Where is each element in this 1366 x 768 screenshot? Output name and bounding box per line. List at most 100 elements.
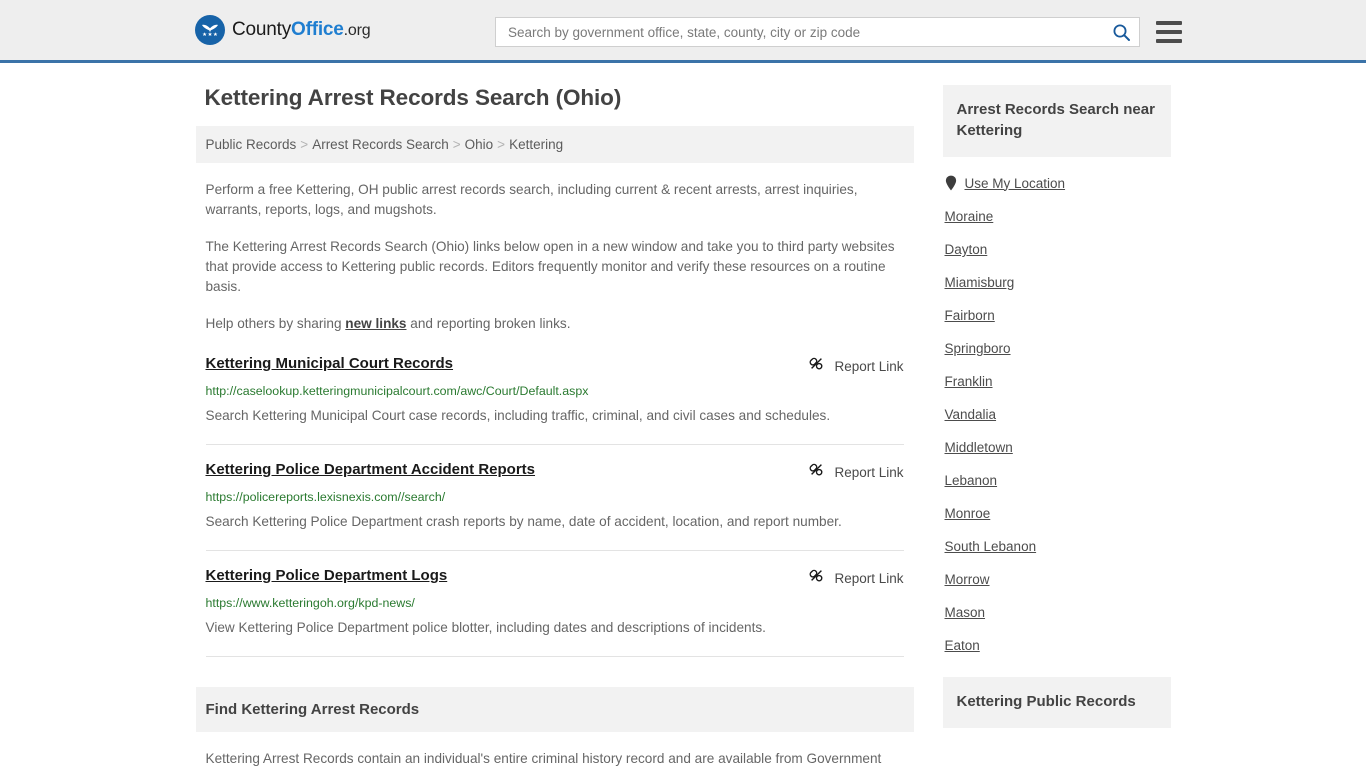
- sidebar: Arrest Records Search near Kettering Use…: [942, 85, 1171, 768]
- main-column: Kettering Arrest Records Search (Ohio) P…: [195, 85, 914, 768]
- sidebar-item-eaton[interactable]: Eaton: [945, 620, 1169, 653]
- site-header: CountyOffice.org: [0, 0, 1366, 63]
- report-link-label: Report Link: [834, 358, 904, 374]
- sidebar-bottom-title: Kettering Public Records: [956, 693, 1136, 710]
- use-my-location-row[interactable]: Use My Location: [945, 157, 1169, 191]
- site-logo[interactable]: CountyOffice.org: [195, 15, 371, 45]
- hamburger-bar: [1156, 21, 1182, 25]
- city-link[interactable]: Miamisburg: [945, 275, 1015, 290]
- breadcrumb-separator: >: [497, 137, 506, 152]
- report-link-label: Report Link: [834, 570, 904, 586]
- sidebar-item-franklin[interactable]: Franklin: [945, 356, 1169, 389]
- breadcrumb-separator: >: [452, 137, 461, 152]
- sidebar-item-mason[interactable]: Mason: [945, 587, 1169, 620]
- result-header: Kettering Police Department Accident Rep…: [206, 461, 904, 483]
- logo-word-org: .org: [343, 22, 371, 39]
- city-link[interactable]: Dayton: [945, 242, 988, 257]
- use-my-location-link[interactable]: Use My Location: [965, 176, 1066, 191]
- new-links-link[interactable]: new links: [345, 316, 406, 331]
- broken-link-icon: [808, 355, 825, 377]
- eagle-logo-icon: [195, 15, 225, 45]
- broken-link-icon: [808, 461, 825, 483]
- hamburger-bar: [1156, 39, 1182, 43]
- result-description: View Kettering Police Department police …: [205, 620, 766, 635]
- result-item: Kettering Police Department Logs Report …: [205, 551, 904, 657]
- city-link[interactable]: Fairborn: [945, 308, 995, 323]
- share-text-before: Help others by sharing: [205, 316, 346, 331]
- city-link[interactable]: Moraine: [945, 209, 994, 224]
- result-title-link[interactable]: Kettering Police Department Logs: [206, 567, 448, 584]
- sidebar-item-south-lebanon[interactable]: South Lebanon: [945, 521, 1169, 554]
- sidebar-item-dayton[interactable]: Dayton: [945, 224, 1169, 257]
- location-pin-icon: [945, 175, 957, 191]
- intro-paragraph-1: Perform a free Kettering, OH public arre…: [205, 182, 858, 217]
- city-link[interactable]: Eaton: [945, 638, 980, 653]
- city-link[interactable]: Lebanon: [945, 473, 998, 488]
- breadcrumb-item-ohio[interactable]: Ohio: [465, 137, 494, 152]
- intro-text: Perform a free Kettering, OH public arre…: [196, 180, 914, 334]
- results-list: Kettering Municipal Court Records Report…: [196, 355, 914, 657]
- search-input[interactable]: [506, 23, 1112, 41]
- sidebar-item-vandalia[interactable]: Vandalia: [945, 389, 1169, 422]
- menu-icon[interactable]: [1156, 21, 1182, 43]
- result-title-link[interactable]: Kettering Municipal Court Records: [206, 355, 454, 372]
- sidebar-item-monroe[interactable]: Monroe: [945, 488, 1169, 521]
- broken-link-icon: [808, 567, 825, 589]
- page-title: Kettering Arrest Records Search (Ohio): [204, 85, 622, 110]
- result-header: Kettering Police Department Logs Report …: [206, 567, 904, 589]
- sidebar-panel-header: Arrest Records Search near Kettering: [942, 85, 1171, 157]
- logo-word-county: County: [232, 19, 292, 40]
- page-body: Kettering Arrest Records Search (Ohio) P…: [0, 63, 1366, 768]
- sidebar-item-middletown[interactable]: Middletown: [945, 422, 1169, 455]
- report-link-button[interactable]: Report Link: [788, 355, 904, 377]
- logo-word-office: Office: [291, 19, 344, 40]
- find-records-paragraph: Kettering Arrest Records contain an indi…: [205, 751, 882, 766]
- city-link[interactable]: Monroe: [945, 506, 991, 521]
- report-link-label: Report Link: [834, 464, 904, 480]
- report-link-button[interactable]: Report Link: [788, 567, 904, 589]
- result-description: Search Kettering Municipal Court case re…: [205, 408, 831, 423]
- city-link[interactable]: Morrow: [945, 572, 990, 587]
- breadcrumb-item-kettering[interactable]: Kettering: [509, 137, 563, 152]
- sidebar-city-list: Use My Location Moraine Dayton Miamisbur…: [943, 157, 1171, 654]
- city-link[interactable]: Springboro: [945, 341, 1011, 356]
- sidebar-item-springboro[interactable]: Springboro: [945, 323, 1169, 356]
- search-area: [495, 17, 1182, 47]
- find-records-section: Find Kettering Arrest Records Kettering …: [195, 687, 914, 768]
- result-header: Kettering Municipal Court Records Report…: [206, 355, 904, 377]
- sidebar-panel-public-records: Kettering Public Records: [942, 677, 1171, 728]
- search-icon[interactable]: [1112, 23, 1131, 42]
- sidebar-item-fairborn[interactable]: Fairborn: [945, 290, 1169, 323]
- result-url[interactable]: https://policereports.lexisnexis.com//se…: [206, 490, 904, 504]
- find-records-body: Kettering Arrest Records contain an indi…: [196, 746, 914, 768]
- breadcrumb-separator: >: [300, 137, 309, 152]
- city-link[interactable]: Franklin: [945, 374, 993, 389]
- result-item: Kettering Police Department Accident Rep…: [205, 445, 904, 551]
- sidebar-item-miamisburg[interactable]: Miamisburg: [945, 257, 1169, 290]
- result-url[interactable]: http://caselookup.ketteringmunicipalcour…: [206, 384, 904, 398]
- sidebar-item-morrow[interactable]: Morrow: [945, 554, 1169, 587]
- result-title-link[interactable]: Kettering Police Department Accident Rep…: [206, 461, 536, 478]
- hamburger-bar: [1156, 30, 1182, 34]
- share-text-after: and reporting broken links.: [406, 316, 571, 331]
- city-link[interactable]: Mason: [945, 605, 986, 620]
- result-item: Kettering Municipal Court Records Report…: [205, 355, 904, 445]
- intro-paragraph-2: The Kettering Arrest Records Search (Ohi…: [205, 239, 895, 294]
- result-description: Search Kettering Police Department crash…: [205, 514, 842, 529]
- search-box[interactable]: [495, 17, 1140, 47]
- breadcrumb: Public Records > Arrest Records Search > Ohi…: [195, 126, 914, 163]
- find-records-heading: Find Kettering Arrest Records: [195, 687, 914, 732]
- result-url[interactable]: https://www.ketteringoh.org/kpd-news/: [206, 596, 904, 610]
- sidebar-item-moraine[interactable]: Moraine: [945, 191, 1169, 224]
- city-link[interactable]: Vandalia: [945, 407, 997, 422]
- city-link[interactable]: Middletown: [945, 440, 1013, 455]
- intro-paragraph-3: Help others by sharing new links and rep…: [206, 314, 904, 334]
- logo-wordmark: CountyOffice.org: [232, 19, 371, 41]
- report-link-button[interactable]: Report Link: [788, 461, 904, 483]
- breadcrumb-item-public-records[interactable]: Public Records: [206, 137, 297, 152]
- sidebar-item-lebanon[interactable]: Lebanon: [945, 455, 1169, 488]
- sidebar-title: Arrest Records Search near Kettering: [956, 101, 1155, 139]
- content-container: Kettering Arrest Records Search (Ohio) P…: [195, 85, 1171, 768]
- city-link[interactable]: South Lebanon: [945, 539, 1037, 554]
- breadcrumb-item-arrest-records-search[interactable]: Arrest Records Search: [312, 137, 449, 152]
